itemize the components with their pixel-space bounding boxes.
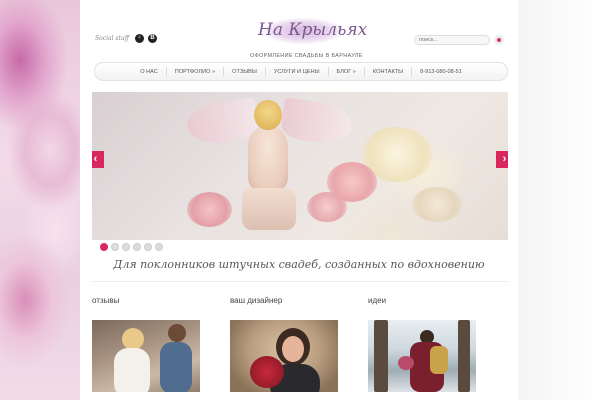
slide-flower (307, 192, 347, 222)
slide-flower (412, 187, 462, 222)
nav-item-contacts[interactable]: КОНТАКТЫ (363, 66, 411, 77)
slider-dot[interactable] (111, 243, 119, 251)
photo-figure (122, 328, 144, 350)
photo-figure (114, 348, 150, 392)
background-floral-left (0, 0, 80, 400)
photo-figure (458, 320, 470, 392)
photo-figure (374, 320, 388, 392)
search-button[interactable] (494, 35, 504, 45)
photo-figure (160, 342, 192, 392)
slider-dot[interactable] (155, 243, 163, 251)
page-container: Social stuff ♀ B На Крыльях ОФОРМЛЕНИЕ С… (80, 0, 518, 400)
main-navigation: О НАС ПОРТФОЛИО » ОТЗЫВЫ УСЛУГИ И ЦЕНЫ Б… (94, 62, 508, 81)
site-tagline: ОФОРМЛЕНИЕ СВАДЬБЫ В БАРНАУЛЕ (250, 53, 363, 59)
slider-pagination (100, 243, 163, 251)
slider-prev-icon[interactable]: ‹ (92, 151, 104, 168)
nav-item-blog[interactable]: БЛОГ » (327, 66, 364, 77)
ideas-photo[interactable] (368, 320, 476, 392)
nav-item-reviews[interactable]: ОТЗЫВЫ (223, 66, 265, 77)
logo-text: На Крыльях (258, 20, 368, 40)
photo-figure (168, 324, 186, 342)
site-slogan: Для поклонников штучных свадеб, созданны… (113, 258, 485, 271)
search-input[interactable] (414, 35, 490, 45)
section-title-reviews[interactable]: отзывы (92, 296, 119, 305)
nav-item-phone[interactable]: 8-913-080-08-51 (411, 66, 470, 77)
nav-item-portfolio[interactable]: ПОРТФОЛИО » (165, 66, 223, 77)
angel-wing-right (279, 97, 355, 147)
photo-figure (250, 356, 284, 388)
designer-photo[interactable] (230, 320, 338, 392)
odnoklassniki-icon[interactable]: ♀ (135, 34, 145, 43)
section-title-designer[interactable]: ваш дизайнер (230, 296, 282, 305)
vkontakte-icon[interactable]: B (148, 34, 158, 43)
hero-slider[interactable]: ‹ › (92, 92, 508, 240)
photo-figure (398, 356, 414, 370)
slide-flower (187, 192, 232, 227)
social-label: Social stuff (95, 35, 130, 42)
photo-figure (282, 336, 304, 362)
angel-hair (254, 100, 282, 130)
nav-item-services[interactable]: УСЛУГИ И ЦЕНЫ (264, 66, 328, 77)
social-links: Social stuff ♀ B (95, 34, 158, 43)
background-right (518, 0, 600, 400)
slider-dot[interactable] (122, 243, 130, 251)
slider-next-icon[interactable]: › (496, 151, 508, 168)
photo-figure (430, 346, 448, 374)
slider-dot[interactable] (133, 243, 141, 251)
section-title-ideas[interactable]: идеи (368, 296, 386, 305)
slider-dot[interactable] (144, 243, 152, 251)
angel-figurine (248, 126, 288, 192)
slider-dot[interactable] (100, 243, 108, 251)
reviews-photo[interactable] (92, 320, 200, 392)
site-logo[interactable]: На Крыльях (248, 14, 367, 50)
angel-legs (242, 188, 296, 230)
nav-item-about[interactable]: О НАС (132, 67, 166, 77)
divider (92, 281, 508, 282)
